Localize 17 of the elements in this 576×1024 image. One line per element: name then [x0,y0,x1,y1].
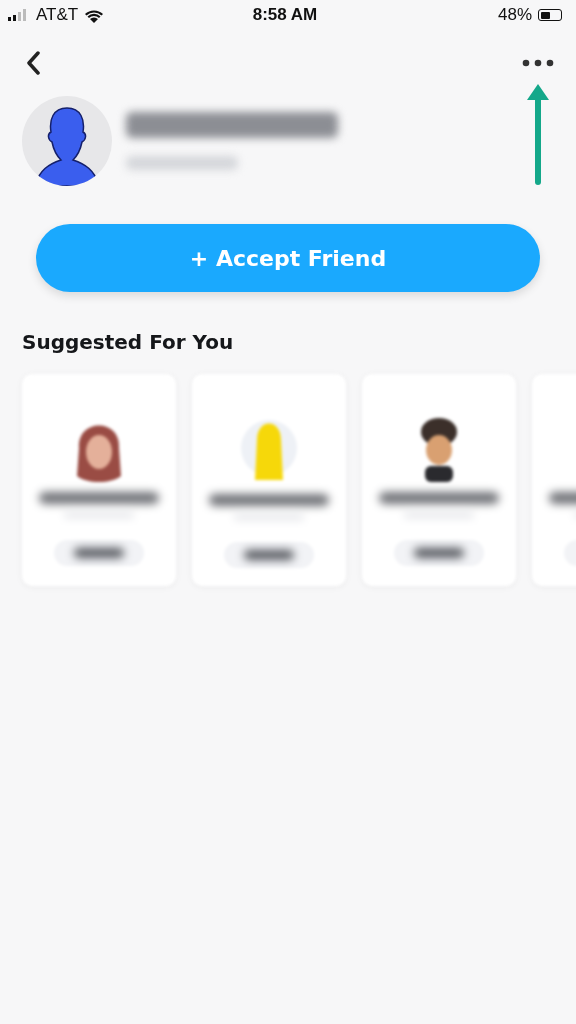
carrier-name: AT&T [36,5,79,25]
accept-friend-button[interactable]: + Accept Friend [36,224,540,292]
suggestion-card[interactable] [22,374,176,586]
battery-icon [538,9,562,21]
clock-time: 8:58 AM [252,5,318,25]
suggestion-card[interactable] [362,374,516,586]
battery-percentage: 48% [497,5,532,25]
more-options-button[interactable] [522,59,554,67]
section-title: Suggested For You [22,330,235,354]
blurred-label [414,548,464,558]
wifi-icon [84,7,105,23]
blurred-label [244,550,294,560]
back-button[interactable] [26,51,40,75]
add-button[interactable] [54,540,144,566]
add-button[interactable] [394,540,484,566]
blurred-label [74,548,124,558]
add-button[interactable] [224,542,314,568]
